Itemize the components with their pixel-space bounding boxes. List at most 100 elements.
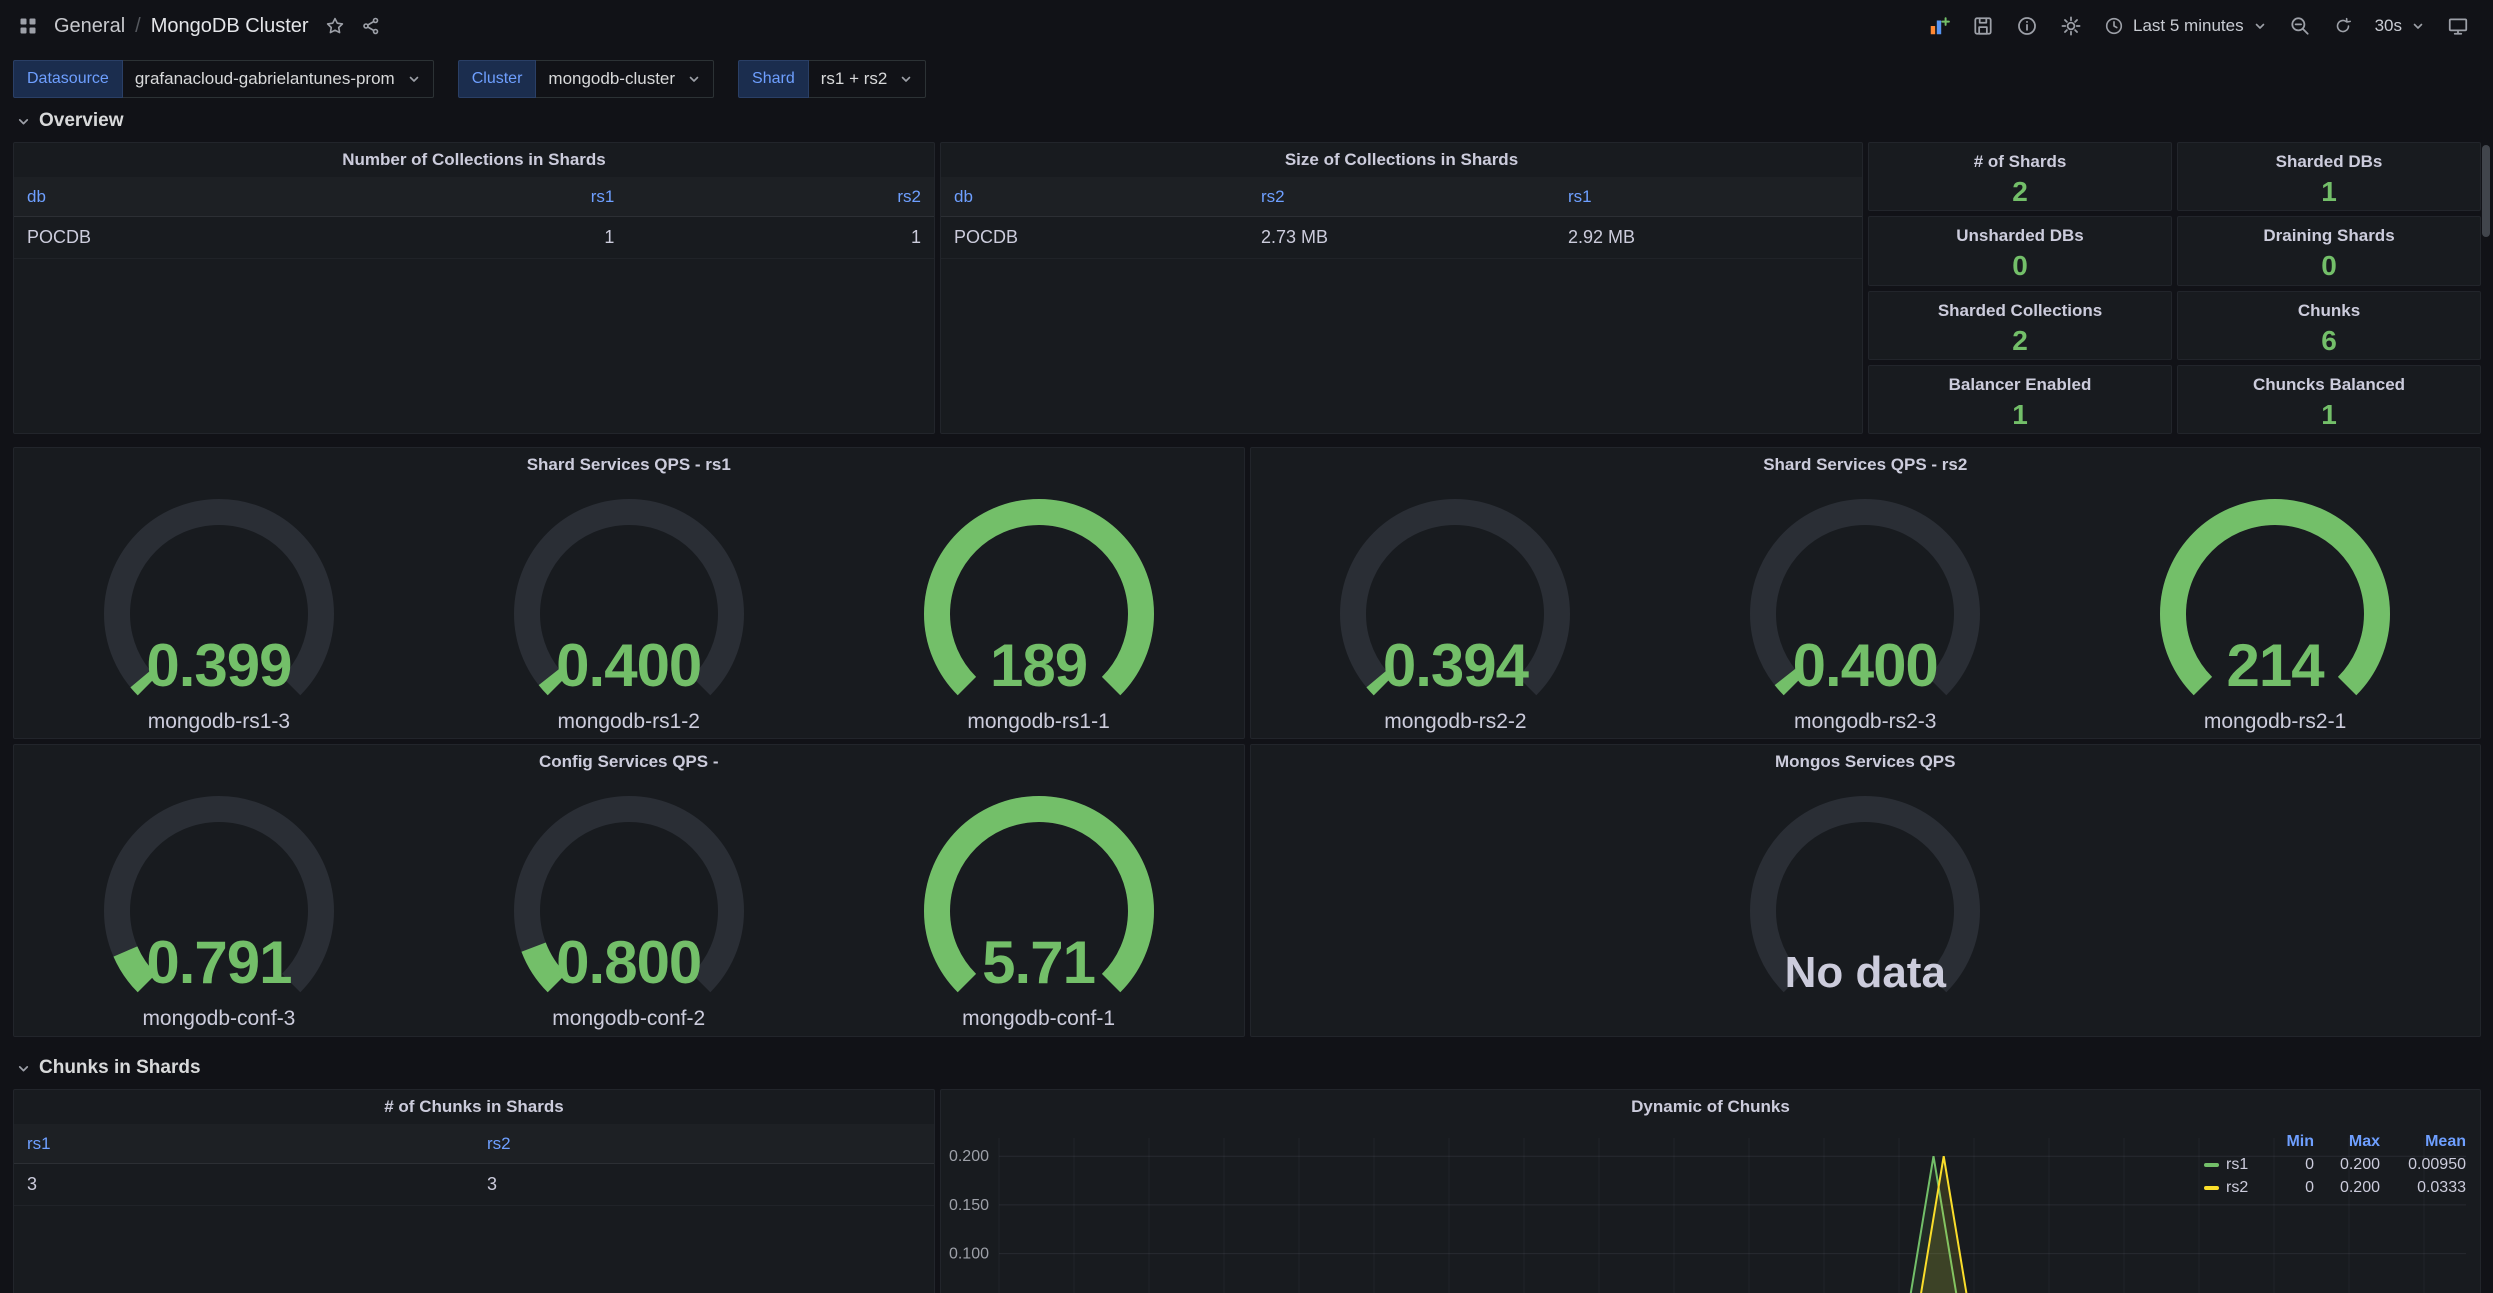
insights-icon[interactable] <box>2016 15 2038 37</box>
panel-title[interactable]: Mongos Services QPS <box>1251 745 2481 779</box>
panel-size-of-collections: Size of Collections in Shards dbrs2rs1PO… <box>940 142 1863 434</box>
legend-col-min[interactable]: Min <box>2266 1133 2314 1151</box>
gauge-row: No data <box>1251 779 2481 1036</box>
gauge-label: mongodb-conf-2 <box>552 1007 705 1031</box>
panel-title[interactable]: Size of Collections in Shards <box>941 143 1862 177</box>
panel-title[interactable]: Shard Services QPS - rs2 <box>1251 448 2481 482</box>
legend-col-mean[interactable]: Mean <box>2380 1133 2466 1151</box>
time-range-picker[interactable]: Last 5 minutes <box>2104 16 2267 36</box>
legend-col-max[interactable]: Max <box>2314 1133 2380 1151</box>
stat-value: 0 <box>2321 250 2337 282</box>
cycle-view-icon[interactable] <box>2447 15 2469 37</box>
panel-title[interactable]: Shard Services QPS - rs1 <box>14 448 1244 482</box>
legend-series-rs1[interactable]: rs1 <box>2204 1156 2266 1174</box>
stat-title[interactable]: Sharded DBs <box>2276 152 2383 172</box>
filter-label: Cluster <box>458 60 537 98</box>
column-header-rs1[interactable]: rs1 <box>1555 187 1862 207</box>
row-shard-gauges: Shard Services QPS - rs1 0.399 mongodb-r… <box>13 447 2481 739</box>
filter-value-dropdown[interactable]: mongodb-cluster <box>536 60 714 98</box>
stat-title[interactable]: Balancer Enabled <box>1949 375 2092 395</box>
gauge-label: mongodb-rs1-3 <box>148 710 290 734</box>
gauge-viz: 0.400 <box>479 488 779 708</box>
refresh-interval-dropdown[interactable]: 30s <box>2375 16 2425 36</box>
filter-value-dropdown[interactable]: grafanacloud-gabrielantunes-prom <box>123 60 434 98</box>
panel-config-qps: Config Services QPS - 0.791 mongodb-conf… <box>13 744 1245 1037</box>
stat-title[interactable]: Sharded Collections <box>1938 301 2102 321</box>
panel-title[interactable]: Number of Collections in Shards <box>14 143 934 177</box>
column-header-rs1[interactable]: rs1 <box>14 1134 474 1154</box>
navbar: General / MongoDB Cluster <box>0 0 2493 52</box>
gauge-row: 0.394 mongodb-rs2-2 0.400 mongodb-rs2-3 … <box>1251 482 2481 738</box>
stat-value: 1 <box>2012 399 2028 431</box>
chevron-down-icon <box>407 72 421 86</box>
table-cell: 2.92 MB <box>1555 227 1862 248</box>
stat-title[interactable]: Draining Shards <box>2263 226 2394 246</box>
filter-bar: Datasource grafanacloud-gabrielantunes-p… <box>0 52 2493 98</box>
clock-icon <box>2104 16 2124 36</box>
share-icon[interactable] <box>361 16 381 36</box>
column-header-db[interactable]: db <box>941 187 1248 207</box>
breadcrumb-folder[interactable]: General <box>54 15 125 38</box>
refresh-button[interactable] <box>2333 16 2353 36</box>
legend-min: 0 <box>2266 1156 2314 1174</box>
svg-text:0.100: 0.100 <box>949 1246 989 1263</box>
add-panel-icon[interactable] <box>1928 15 1950 37</box>
table-header-row: dbrs1rs2 <box>14 177 934 217</box>
stat-title[interactable]: # of Shards <box>1974 152 2067 172</box>
panel-shard-qps-rs2: Shard Services QPS - rs2 0.394 mongodb-r… <box>1250 447 2482 739</box>
gauge-label: mongodb-rs2-1 <box>2204 710 2346 734</box>
gauge-mongodb-rs1-1: 189 mongodb-rs1-1 <box>889 482 1189 734</box>
gauge-viz: 0.399 <box>69 488 369 708</box>
table-header-row: dbrs2rs1 <box>941 177 1862 217</box>
gauge-label: mongodb-rs1-1 <box>967 710 1109 734</box>
stat-value: 6 <box>2321 325 2337 357</box>
stat-panel-of-shards: # of Shards 2 <box>1868 142 2172 211</box>
navbar-right: Last 5 minutes 30s <box>1928 15 2469 37</box>
chevron-down-icon <box>2411 19 2425 33</box>
column-header-rs2[interactable]: rs2 <box>627 187 934 207</box>
gauge-mongodb-rs1-2: 0.400 mongodb-rs1-2 <box>479 482 779 734</box>
filter-shard: Shard rs1 + rs2 <box>738 60 926 98</box>
filter-label: Datasource <box>13 60 123 98</box>
collections-size-table: dbrs2rs1POCDB2.73 MB2.92 MB <box>941 177 1862 433</box>
legend-mean: 0.0333 <box>2380 1179 2466 1197</box>
zoom-out-icon[interactable] <box>2289 15 2311 37</box>
stat-title[interactable]: Chunks <box>2298 301 2360 321</box>
stat-value: 1 <box>2321 176 2337 208</box>
panel-title[interactable]: Config Services QPS - <box>14 745 1244 779</box>
gauge-row: 0.399 mongodb-rs1-3 0.400 mongodb-rs1-2 … <box>14 482 1244 738</box>
chunks-count-table: rs1rs233 <box>14 1124 934 1293</box>
filter-value-dropdown[interactable]: rs1 + rs2 <box>809 60 927 98</box>
gauge-mongodb-conf-2: 0.800 mongodb-conf-2 <box>479 779 779 1031</box>
dashboard-settings-icon[interactable] <box>2060 15 2082 37</box>
stat-title[interactable]: Chuncks Balanced <box>2253 375 2405 395</box>
panel-title[interactable]: # of Chunks in Shards <box>14 1090 934 1124</box>
column-header-rs1[interactable]: rs1 <box>321 187 628 207</box>
gauge-viz: 0.394 <box>1305 488 1605 708</box>
panel-title[interactable]: Dynamic of Chunks <box>941 1090 2480 1124</box>
save-dashboard-icon[interactable] <box>1972 15 1994 37</box>
column-header-db[interactable]: db <box>14 187 321 207</box>
stat-panel-chunks: Chunks 6 <box>2177 291 2481 360</box>
apps-menu-icon[interactable] <box>18 16 38 36</box>
gauge-row: 0.791 mongodb-conf-3 0.800 mongodb-conf-… <box>14 779 1244 1036</box>
breadcrumb: General / MongoDB Cluster <box>54 15 309 38</box>
section-header-overview[interactable]: Overview <box>16 106 2493 136</box>
scrollbar-thumb[interactable] <box>2482 145 2490 237</box>
row-overview-tables: Number of Collections in Shards dbrs1rs2… <box>13 142 2481 434</box>
stat-title[interactable]: Unsharded DBs <box>1956 226 2084 246</box>
gauge-mongodb-rs2-2: 0.394 mongodb-rs2-2 <box>1305 482 1605 734</box>
legend-series-rs2[interactable]: rs2 <box>2204 1179 2266 1197</box>
gauge-viz: 0.791 <box>69 785 369 1005</box>
series-color-swatch <box>2204 1163 2219 1167</box>
filter-datasource: Datasource grafanacloud-gabrielantunes-p… <box>13 60 434 98</box>
column-header-rs2[interactable]: rs2 <box>1248 187 1555 207</box>
table-cell: 1 <box>627 227 934 248</box>
star-icon[interactable] <box>325 16 345 36</box>
column-header-rs2[interactable]: rs2 <box>474 1134 934 1154</box>
gauge-mongodb-rs2-1: 214 mongodb-rs2-1 <box>2125 482 2425 734</box>
series-color-swatch <box>2204 1186 2219 1190</box>
section-header-chunks[interactable]: Chunks in Shards <box>16 1053 2493 1083</box>
gauge-mongodb-rs1-3: 0.399 mongodb-rs1-3 <box>69 482 369 734</box>
gauge-no-data: No data <box>1715 779 2015 1005</box>
